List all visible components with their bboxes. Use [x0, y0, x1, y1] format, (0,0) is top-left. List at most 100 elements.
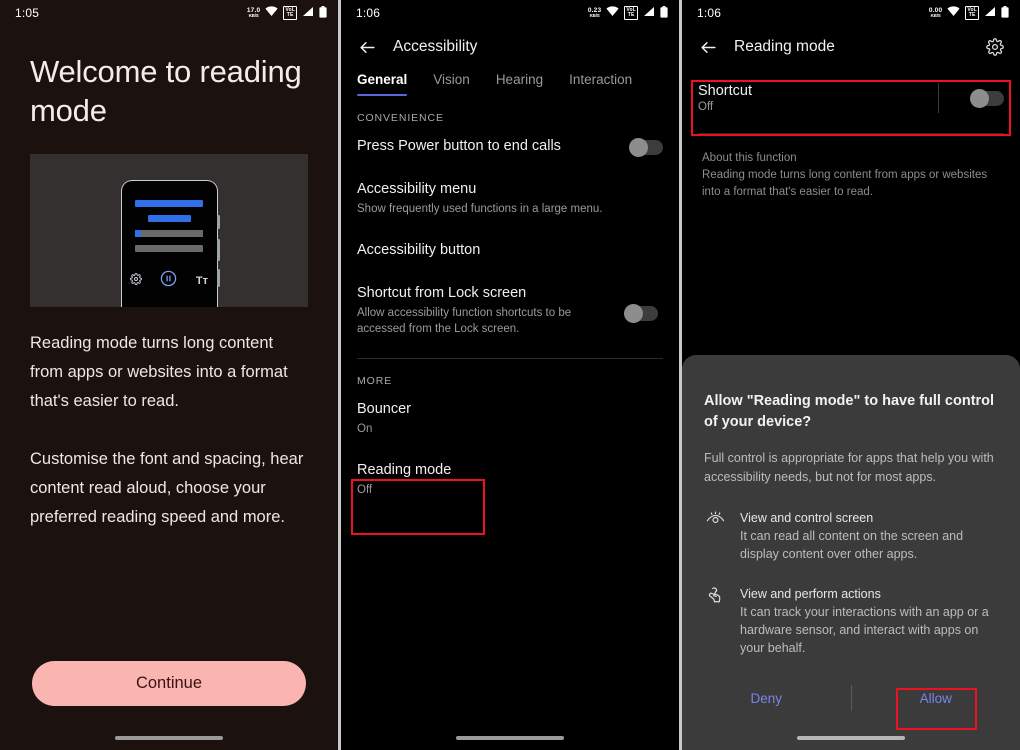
description-paragraph-2: Customise the font and spacing, hear con…: [30, 450, 304, 526]
row-title: Accessibility menu: [357, 181, 477, 197]
page-title: Reading mode: [734, 38, 835, 55]
continue-button[interactable]: Continue: [32, 661, 306, 706]
row-title: Reading mode: [357, 462, 452, 478]
dialog-title: Allow "Reading mode" to have full contro…: [704, 393, 995, 430]
app-bar: Accessibility: [341, 26, 679, 68]
tab-bar: General Vision Hearing Interaction: [341, 72, 679, 96]
battery-icon: [660, 5, 668, 21]
gear-icon: [130, 272, 142, 290]
setting-row-press-power-to-end-calls[interactable]: Press Power button to end calls: [341, 124, 679, 167]
battery-icon: [1001, 5, 1009, 21]
wifi-icon: [606, 6, 619, 20]
network-rate-icon: 17.0 KB/S: [246, 6, 261, 18]
setting-row-accessibility-button[interactable]: Accessibility button: [341, 228, 679, 271]
setting-row-reading-mode[interactable]: Reading mode Off: [341, 448, 679, 509]
page-title: Accessibility: [393, 38, 478, 55]
home-gesture-pill[interactable]: [115, 736, 223, 740]
row-subtitle: On: [357, 423, 373, 435]
volte-icon: VoL TE: [283, 6, 297, 20]
about-title: About this function: [702, 152, 797, 164]
wifi-icon: [265, 6, 278, 20]
setting-row-bouncer[interactable]: Bouncer On: [341, 387, 679, 448]
mock-subheading-bar: [147, 215, 191, 222]
dialog-actions: Deny Allow: [682, 670, 1020, 726]
row-subtitle: Show frequently used functions in a larg…: [357, 203, 603, 215]
permission-item-view-and-perform-actions: View and perform actions It can track yo…: [704, 585, 998, 657]
cellular-signal-icon: [984, 6, 996, 20]
pause-icon: [160, 270, 177, 292]
setting-row-shortcut-from-lock-screen[interactable]: Shortcut from Lock screen Allow accessib…: [341, 271, 679, 348]
status-clock: 1:06: [356, 6, 381, 20]
row-divider: [938, 83, 939, 113]
permission-item-view-and-control-screen: View and control screen It can read all …: [704, 509, 998, 563]
section-header-convenience: CONVENIENCE: [357, 112, 444, 124]
description-paragraph-1: Reading mode turns long content from app…: [30, 334, 288, 410]
status-bar: 1:05 17.0 KB/S VoL TE: [0, 0, 338, 26]
row-title: Bouncer: [357, 401, 412, 417]
permission-title: View and control screen: [740, 511, 874, 525]
volte-icon: VoL TE: [965, 6, 979, 20]
deny-slot: Deny: [682, 683, 851, 714]
cellular-signal-icon: [643, 6, 655, 20]
home-gesture-pill[interactable]: [456, 736, 564, 740]
setting-row-accessibility-menu[interactable]: Accessibility menu Show frequently used …: [341, 167, 679, 228]
page-title: Welcome to reading mode: [30, 54, 302, 128]
system-navigation-bar: [0, 726, 338, 750]
description-text: Reading mode turns long content from app…: [30, 329, 308, 532]
permission-dialog: Allow "Reading mode" to have full contro…: [682, 355, 1020, 750]
setting-row-shortcut[interactable]: Shortcut Off: [682, 68, 1020, 127]
tab-hearing[interactable]: Hearing: [496, 72, 543, 96]
status-icons: 17.0 KB/S VoL TE: [246, 5, 327, 21]
network-rate-icon: 0.23 KB/S: [587, 6, 602, 18]
gear-icon[interactable]: [984, 36, 1006, 58]
text-size-icon: Tт: [195, 275, 208, 287]
cellular-signal-icon: [302, 6, 314, 20]
tab-vision[interactable]: Vision: [433, 72, 470, 96]
phone-side-button-c: [217, 269, 220, 287]
about-this-function: About this function Reading mode turns l…: [682, 134, 1020, 201]
network-rate-icon: 0.00 KB/S: [928, 6, 943, 18]
toggle-shortcut-from-lock-screen[interactable]: [624, 304, 658, 323]
status-icons: 0.23 KB/S VoL TE: [587, 5, 668, 21]
row-title: Press Power button to end calls: [357, 138, 561, 154]
allow-button[interactable]: Allow: [904, 683, 968, 714]
panel-accessibility-settings: 1:06 0.23 KB/S VoL TE Accessibility Gene…: [341, 0, 679, 750]
arrow-left-icon[interactable]: [355, 35, 379, 59]
status-bar: 1:06 0.23 KB/S VoL TE: [341, 0, 679, 26]
permission-title: View and perform actions: [740, 587, 881, 601]
hero-illustration: Tт: [30, 154, 308, 307]
mock-text-bar: [135, 245, 203, 252]
screenshot-triptych: 1:05 17.0 KB/S VoL TE Welcome to reading …: [0, 0, 1020, 750]
phone-side-button-a: [217, 215, 220, 229]
tap-gesture-icon: [704, 585, 726, 657]
phone-side-button-b: [217, 239, 220, 261]
wifi-icon: [947, 6, 960, 20]
status-clock: 1:05: [15, 6, 40, 20]
tab-general[interactable]: General: [357, 72, 408, 96]
status-bar: 1:06 0.00 KB/S VoL TE: [682, 0, 1020, 26]
mock-text-bar-highlighted: [135, 230, 203, 237]
row-title: Shortcut from Lock screen: [357, 285, 527, 301]
volte-icon: VoL TE: [624, 6, 638, 20]
phone-mockup: Tт: [120, 180, 220, 307]
panel-welcome-reading-mode: 1:05 17.0 KB/S VoL TE Welcome to reading …: [0, 0, 338, 750]
tab-interaction[interactable]: Interaction: [569, 72, 632, 96]
toggle-shortcut[interactable]: [970, 88, 1004, 108]
system-navigation-bar: [341, 726, 679, 750]
mock-toolbar: Tт: [130, 270, 208, 292]
mock-heading-bar: [135, 200, 203, 207]
permission-text: It can track your interactions with an a…: [740, 605, 989, 655]
permission-text: It can read all content on the screen an…: [740, 529, 964, 561]
toggle-press-power-to-end-calls[interactable]: [629, 138, 663, 157]
home-gesture-pill[interactable]: [797, 736, 905, 740]
app-bar: Reading mode: [682, 26, 1020, 68]
arrow-left-icon[interactable]: [696, 35, 720, 59]
row-subtitle: Allow accessibility function shortcuts t…: [357, 307, 572, 335]
row-subtitle: Off: [357, 484, 373, 496]
deny-button[interactable]: Deny: [734, 683, 798, 714]
status-clock: 1:06: [697, 6, 722, 20]
system-navigation-bar: [682, 726, 1020, 750]
allow-slot: Allow: [852, 683, 1020, 714]
battery-icon: [319, 5, 327, 21]
section-header-more: MORE: [357, 375, 393, 387]
